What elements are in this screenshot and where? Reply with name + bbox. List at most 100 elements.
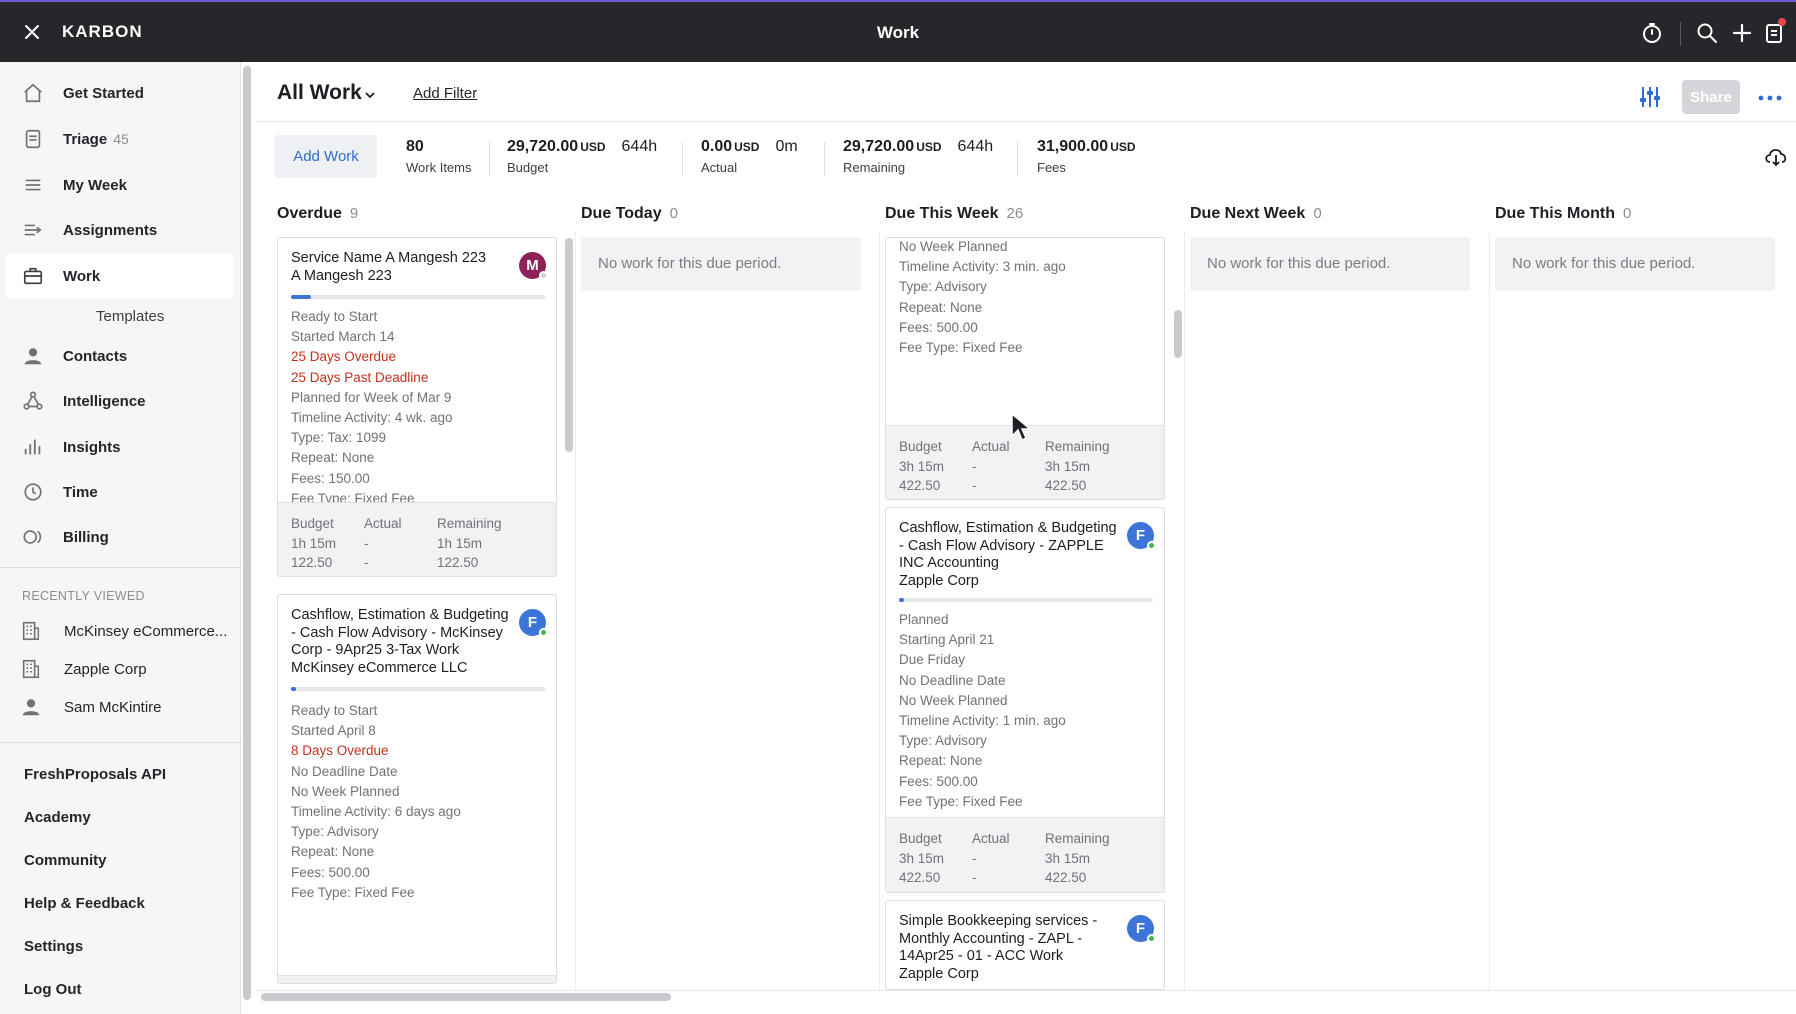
- footer-remaining-value: 122.50: [437, 555, 479, 570]
- column-count: 26: [1006, 205, 1024, 222]
- work-card-detail-line: Starting April 21: [899, 632, 995, 648]
- work-card-detail-line: Started March 14: [291, 329, 395, 345]
- footer-remaining-value: 1h 15m: [437, 535, 483, 551]
- work-card[interactable]: No Week Planned Timeline Activity: 3 min.…: [885, 237, 1165, 500]
- stat-label: Remaining: [843, 160, 906, 175]
- sidebar-item-time[interactable]: Time: [5, 470, 233, 514]
- work-card-detail-line: Fees: 150.00: [291, 470, 370, 486]
- network-icon: [23, 391, 43, 410]
- footer-actual: Actual - -: [364, 514, 402, 573]
- sidebar-item-templates[interactable]: Templates: [96, 308, 164, 325]
- footer-remaining-value: 422.50: [1045, 478, 1087, 493]
- work-card[interactable]: Cashflow, Estimation & Budgeting - Cash …: [885, 507, 1165, 893]
- avatar: F: [1127, 522, 1156, 550]
- stat-value: 29,720.00: [843, 138, 915, 155]
- footer-remaining-value: Remaining: [437, 516, 502, 531]
- more-icon[interactable]: [1757, 88, 1783, 108]
- sidebar-item-label: Insights: [63, 438, 121, 456]
- work-card-detail-line: 25 Days Overdue: [291, 349, 397, 365]
- board-horizontal-scrollbar[interactable]: [261, 993, 671, 1001]
- building-icon: [22, 659, 40, 679]
- footer-remaining-value: 3h 15m: [1045, 850, 1091, 866]
- work-card-detail-line: Planned for Week of Mar 9: [291, 389, 452, 405]
- search-icon[interactable]: [1695, 21, 1719, 45]
- column-scrollbar[interactable]: [1174, 310, 1182, 358]
- footer-remaining-value: Remaining: [1045, 439, 1110, 454]
- work-card[interactable]: Service Name A Mangesh 223 A Mangesh 223…: [277, 237, 557, 577]
- sidebar-item-my-week[interactable]: My Week: [5, 163, 233, 207]
- progress-fill: [899, 598, 905, 602]
- community-link[interactable]: Community: [24, 852, 107, 869]
- work-card-detail-line: Fees: 500.00: [899, 773, 978, 789]
- freshproposals-api-link[interactable]: FreshProposals API: [24, 766, 166, 783]
- plus-icon[interactable]: [1730, 21, 1754, 45]
- work-card-detail-line: Fee Type: Fixed Fee: [899, 340, 1023, 356]
- work-card[interactable]: Simple Bookkeeping services - Monthly Ac…: [885, 900, 1165, 990]
- work-card-detail-line: Fees: 500.00: [899, 319, 978, 335]
- stat-value: 29,720.00: [507, 138, 579, 155]
- work-card-detail-line: Repeat: None: [899, 299, 983, 315]
- cloud-download-icon[interactable]: [1763, 145, 1789, 167]
- footer-actual: Actual - -: [972, 437, 1010, 496]
- column-header-due-next-week: Due Next Week 0: [1190, 205, 1322, 222]
- column-divider: [879, 232, 880, 992]
- chevron-down-icon[interactable]: [363, 88, 377, 102]
- view-selector[interactable]: All Work: [277, 81, 362, 105]
- sidebar-item-billing[interactable]: Billing: [5, 515, 233, 559]
- work-card[interactable]: Cashflow, Estimation & Budgeting - Cash …: [277, 594, 557, 984]
- stat-hours: 0m: [775, 138, 798, 155]
- empty-column-message: No work for this due period.: [1190, 237, 1470, 291]
- triage-icon: [25, 129, 41, 149]
- titlebar-divider: [1680, 22, 1681, 46]
- column-scrollbar[interactable]: [565, 238, 573, 452]
- footer-actual: Actual - -: [972, 829, 1010, 888]
- column-divider: [1489, 232, 1490, 992]
- empty-column-message: No work for this due period.: [581, 237, 861, 291]
- help-feedback-link[interactable]: Help & Feedback: [24, 895, 145, 912]
- sidebar-item-intelligence[interactable]: Intelligence: [5, 379, 233, 423]
- sidebar-item-label: Billing: [63, 528, 109, 546]
- column-header-due-today: Due Today 0: [581, 205, 678, 222]
- work-progress-bar: [899, 598, 1153, 602]
- log-out-link[interactable]: Log Out: [24, 981, 81, 998]
- sidebar-item-get-started[interactable]: Get Started: [5, 71, 233, 115]
- sidebar-item-assignments[interactable]: Assignments: [5, 208, 233, 252]
- progress-fill: [291, 295, 312, 299]
- work-card-title: Service Name A Mangesh 223 A Mangesh 223: [291, 250, 487, 284]
- academy-link[interactable]: Academy: [24, 809, 91, 826]
- timer-icon[interactable]: [1640, 21, 1664, 45]
- settings-link[interactable]: Settings: [24, 938, 83, 955]
- avatar: F: [1127, 915, 1156, 943]
- clock-icon: [24, 483, 42, 501]
- add-work-button[interactable]: Add Work: [275, 135, 377, 178]
- work-card-details: Ready to Start Started March 14 25 Days Ov…: [291, 307, 453, 509]
- sidebar-item-label: Contacts: [63, 347, 128, 365]
- footer-actual-value: -: [364, 535, 369, 551]
- footer-budget-value: 422.50: [899, 870, 941, 885]
- sliders-icon[interactable]: [1637, 84, 1663, 110]
- recent-item[interactable]: Zapple Corp: [20, 651, 230, 687]
- work-progress-bar: [291, 295, 545, 299]
- recent-item[interactable]: Sam McKintire: [20, 689, 230, 725]
- share-button[interactable]: Share: [1682, 80, 1740, 114]
- work-card-details: Ready to Start Started April 8 8 Days Over…: [291, 701, 461, 903]
- work-progress-bar: [291, 687, 545, 691]
- sidebar-item-label: Work: [63, 267, 101, 285]
- work-card-footer: Budget 3h 15m 422.50 Actual - - Remaining 3h 15…: [886, 817, 1164, 892]
- footer-budget-value: 122.50: [291, 555, 333, 570]
- add-filter-link[interactable]: Add Filter: [413, 85, 477, 102]
- sidebar-item-contacts[interactable]: Contacts: [5, 334, 233, 378]
- sidebar-scrollbar[interactable]: [243, 66, 251, 1000]
- sidebar-item-triage[interactable]: Triage 45: [5, 117, 233, 161]
- person-icon: [24, 348, 42, 365]
- sidebar-item-work[interactable]: Work: [5, 254, 233, 298]
- stat-hours: 644h: [957, 138, 994, 155]
- column-count: 0: [1313, 205, 1322, 222]
- recent-item[interactable]: McKinsey eCommerce...: [20, 613, 230, 649]
- footer-budget-value: 3h 15m: [899, 458, 945, 474]
- view-toolbar: All Work Add Filter Share: [257, 62, 1796, 122]
- sidebar-item-insights[interactable]: Insights: [5, 425, 233, 469]
- app-titlebar: KARBON Work: [0, 0, 1796, 62]
- work-card-detail-line: Type: Advisory: [291, 824, 379, 840]
- work-card-detail-line: Due Friday: [899, 652, 966, 668]
